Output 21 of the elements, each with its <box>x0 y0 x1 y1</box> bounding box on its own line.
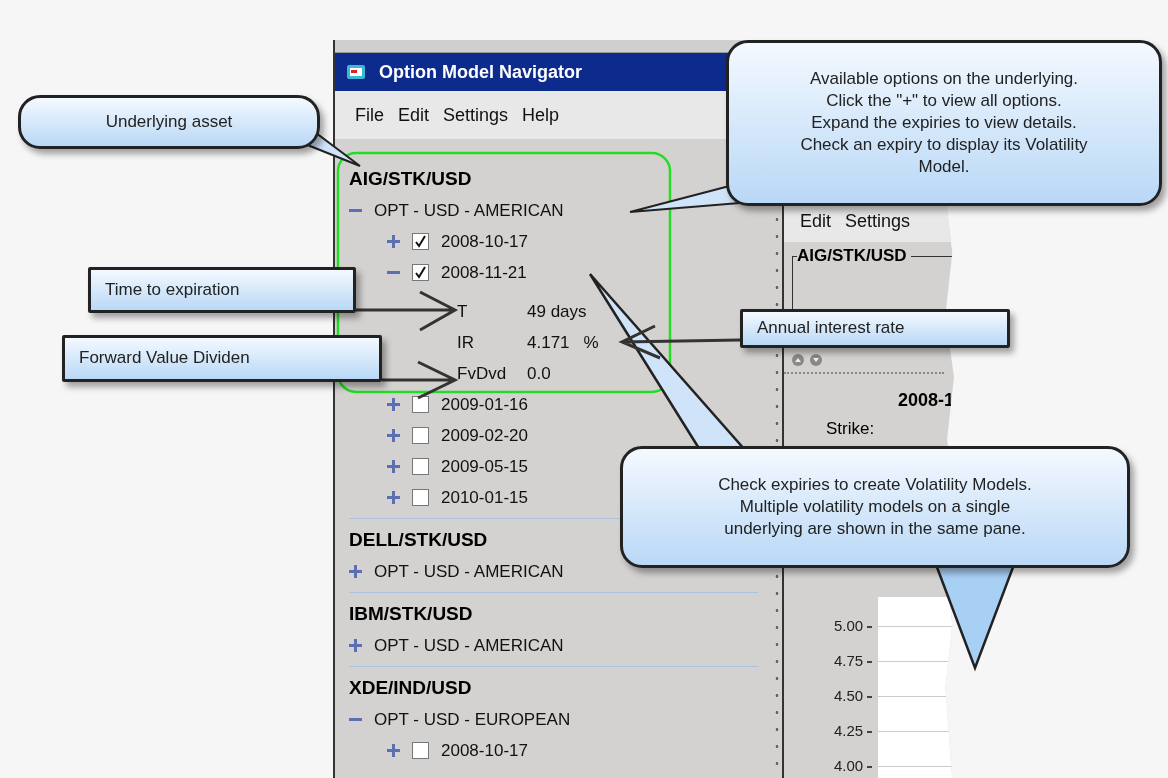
expiry-heading: 2008-1 <box>897 390 954 411</box>
callout-text: Annual interest rate <box>757 317 905 340</box>
callout-text: Check expiries to create Volatility Models. Multiple volatility models on a single underlying are shown in the same pane. <box>718 473 1032 541</box>
strike-label: Strike: <box>826 419 875 439</box>
window-title: Option Model Navigator <box>379 61 582 83</box>
axis-tick-label: 4.25 <box>834 722 864 741</box>
callout-text: Underlying asset <box>105 110 233 133</box>
detail-value: 4.171 <box>527 332 570 353</box>
callout-text: Available options on the underlying. Click the "+" to view all options. Expand the expiries to view details. Check an expiry to display its Volatility Model. <box>800 67 1088 179</box>
detail-label: FvDvd <box>457 363 508 384</box>
callout-text: Time to expiration <box>105 278 240 301</box>
detail-unit: % <box>583 332 599 353</box>
detail-label: T <box>457 301 469 322</box>
detail-value: 0.0 <box>527 363 551 384</box>
axis-tick-label: 4.50 <box>834 687 864 706</box>
axis-tick-label: 4.00 <box>834 757 864 776</box>
axis-tick-label: 5.00 <box>834 617 864 636</box>
axis-tick-label: 4.75 <box>834 652 864 671</box>
detail-label: IR <box>457 332 475 353</box>
detail-value: 49 days <box>527 301 587 322</box>
callout-text: Forward Value Dividen <box>79 347 250 370</box>
